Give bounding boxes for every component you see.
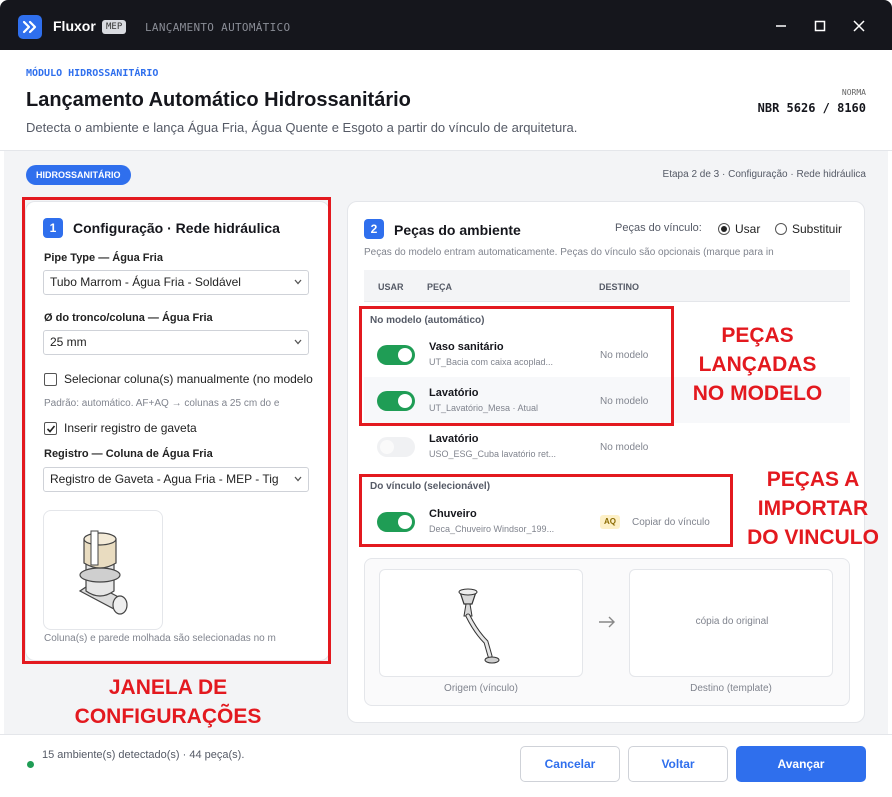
model-pieces-annotation: PEÇAS LANÇADAS NO MODELO (692, 324, 823, 405)
config-window-highlight (22, 197, 331, 664)
link-pieces-annotation: PEÇAS A IMPORTAR DO VINCULO (747, 468, 879, 549)
use-toggle[interactable] (377, 437, 415, 457)
cancel-button[interactable]: Cancelar (520, 746, 620, 782)
column-header: DESTINO (599, 282, 640, 292)
column-header: PEÇA (427, 282, 453, 292)
pieces-description: Peças do modelo entram automaticamente. … (364, 247, 774, 258)
piece-destination: No modelo (600, 442, 649, 453)
radio-use-label: Usar (735, 222, 761, 236)
back-button[interactable]: Voltar (628, 746, 728, 782)
pieces-panel-title: Peças do ambiente (394, 222, 521, 238)
status-text: 15 ambiente(s) detectado(s) · 44 peça(s)… (42, 749, 245, 761)
config-window-annotation: JANELA DE CONFIGURAÇÕES (74, 676, 262, 728)
page-title: Lançamento Automático Hidrossanitário (26, 89, 411, 111)
app-name: Fluxor (53, 18, 96, 34)
origin-caption: Origem (vínculo) (444, 683, 518, 694)
target-caption: Destino (template) (690, 683, 772, 694)
pieces-panel: 2 Peças do ambiente Peças do vínculo: Us… (347, 201, 865, 723)
target-preview: cópia do original (629, 569, 833, 677)
minimize-icon[interactable] (768, 13, 794, 39)
status-dot-icon (27, 761, 34, 768)
radio-replace-label: Substituir (792, 222, 843, 236)
app-subtitle: LANÇAMENTO AUTOMÁTICO (145, 21, 291, 34)
piece-family: USO_ESG_Cuba lavatório ret... (429, 449, 557, 459)
close-icon[interactable] (846, 13, 872, 39)
model-pieces-highlight (359, 306, 674, 426)
link-pieces-label: Peças do vínculo: (615, 222, 702, 234)
step-indicator: Etapa 2 de 3 · Configuração · Rede hidrá… (662, 169, 866, 180)
norma-value: NBR 5626 / 8160 (757, 101, 866, 115)
piece-comparison: cópia do original Origem (vínculo) Desti… (364, 558, 850, 706)
step-number-badge: 2 (364, 219, 384, 239)
page-description: Detecta o ambiente e lança Água Fria, Ág… (26, 120, 578, 135)
table-row: Lavatório USO_ESG_Cuba lavatório ret... … (364, 423, 850, 469)
shower-icon (458, 588, 500, 664)
app-badge: MEP (102, 20, 127, 34)
arrow-right-icon (599, 616, 615, 628)
title-bar: Fluxor MEP LANÇAMENTO AUTOMÁTICO (0, 0, 892, 50)
radio-use[interactable] (718, 223, 730, 235)
next-button[interactable]: Avançar (736, 746, 866, 782)
maximize-icon[interactable] (807, 13, 833, 39)
module-pill: HIDROSSANITÁRIO (26, 165, 131, 185)
piece-name: Lavatório (429, 433, 479, 445)
table-header: USAR PEÇA DESTINO (364, 270, 850, 302)
module-label: MÓDULO HIDROSSANITÁRIO (26, 68, 159, 79)
origin-preview (379, 569, 583, 677)
link-pieces-highlight (359, 474, 733, 547)
logo-icon (18, 15, 42, 39)
norma-label: NORMA (841, 88, 866, 97)
radio-replace[interactable] (775, 223, 787, 235)
footer-divider (0, 734, 892, 735)
target-placeholder-text: cópia do original (695, 616, 769, 627)
column-header: USAR (378, 282, 404, 292)
